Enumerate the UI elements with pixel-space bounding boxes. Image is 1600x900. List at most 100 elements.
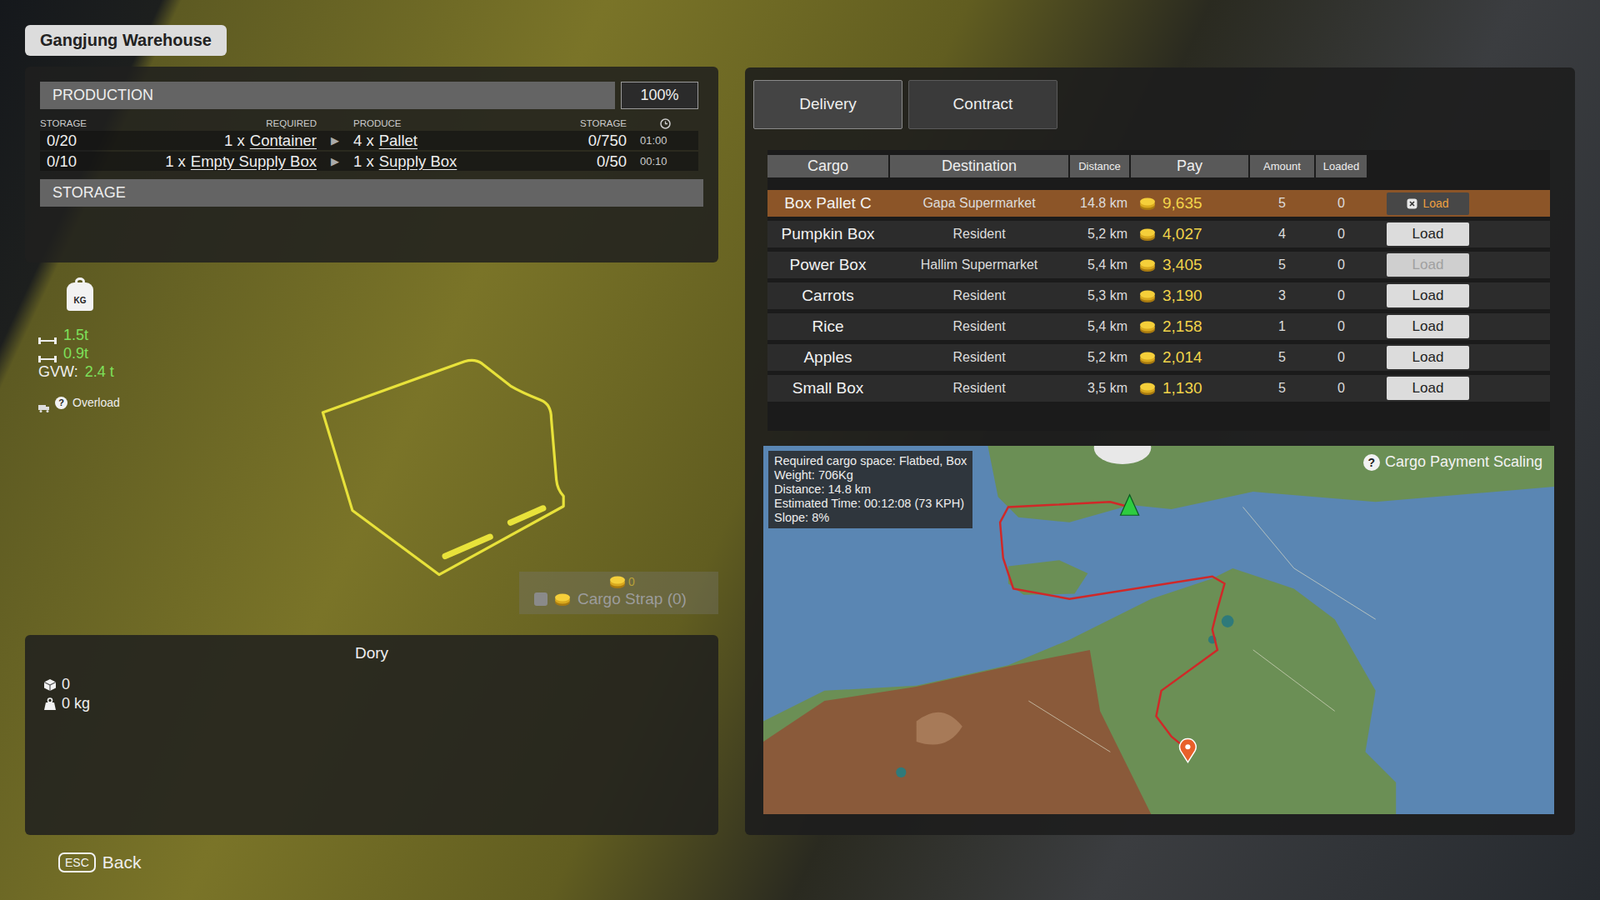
amount: 5 <box>1250 255 1315 275</box>
arrow-icon: ▶ <box>316 130 354 150</box>
time-header <box>626 117 699 130</box>
tab[interactable]: Contract <box>908 80 1058 130</box>
cargo-count: 0 <box>43 675 700 695</box>
strap-checkbox[interactable] <box>534 592 548 606</box>
table-row[interactable]: RiceResident5,4 km2,15810Load <box>767 313 1550 340</box>
distance: 5,4 km <box>1070 316 1130 337</box>
production-row: 0/101 xEmpty Supply Box▶1 xSupply Box0/5… <box>40 151 699 171</box>
load-button[interactable]: Load <box>1386 376 1470 400</box>
column-header: Destination <box>890 155 1069 178</box>
storage-in-header: STORAGE <box>40 117 99 130</box>
produce-item[interactable]: Supply Box <box>379 152 458 170</box>
esc-key-icon: ESC <box>58 852 96 873</box>
table-row[interactable]: CarrotsResident5,3 km3,19030Load <box>767 282 1550 310</box>
load-label: Load <box>1412 346 1445 369</box>
load-label: Load <box>1412 285 1445 307</box>
required-item[interactable]: Container <box>250 131 317 150</box>
production-panel: PRODUCTION100%STORAGEREQUIREDPRODUCESTOR… <box>25 66 719 263</box>
destination: Hallim Supermarket <box>890 255 1069 275</box>
amount: 4 <box>1250 224 1315 245</box>
cargo-strap-button[interactable]: 0Cargo Strap (0) <box>519 571 719 615</box>
cargo-name: Rice <box>767 315 889 340</box>
route-map[interactable]: Required cargo space: Flatbed, BoxWeight… <box>763 445 1555 815</box>
pay: 9,635 <box>1130 191 1249 216</box>
required-header: REQUIRED <box>98 117 317 130</box>
produce-item[interactable]: Pallet <box>379 131 418 150</box>
column-header: Amount <box>1250 155 1315 178</box>
cargo-name: Small Box <box>767 376 889 401</box>
production-efficiency: 100% <box>620 81 699 110</box>
pay-value: 2,158 <box>1162 315 1203 340</box>
table-row[interactable]: Small BoxResident3,5 km1,13050Load <box>767 375 1550 402</box>
coin-icon <box>1139 288 1156 304</box>
cargo-name: Apples <box>767 345 889 370</box>
loaded: 0 <box>1315 316 1367 337</box>
amount: 5 <box>1250 378 1315 399</box>
axle-weight-value: 1.5t <box>63 325 89 345</box>
cargo-count-value: 0 <box>61 675 70 695</box>
table-row[interactable]: ApplesResident5,2 km2,01450Load <box>767 344 1550 371</box>
column-header: Cargo <box>767 155 889 178</box>
amount: 5 <box>1250 193 1315 214</box>
table-row[interactable]: Pumpkin BoxResident5,2 km4,02740Load <box>767 220 1550 248</box>
load-cell: Load <box>1368 376 1550 400</box>
back-button[interactable]: ESCBack <box>58 849 719 876</box>
required: 1 xEmpty Supply Box <box>98 151 317 171</box>
vehicle-area: KG1.5t0.9tGVW:2.4 t?Overload0Cargo Strap… <box>25 262 719 635</box>
loaded: 0 <box>1315 193 1367 214</box>
pay: 2,014 <box>1130 345 1249 370</box>
left-column: Gangjung WarehousePRODUCTION100%STORAGER… <box>25 25 719 876</box>
cargo-name: Box Pallet C <box>767 191 889 216</box>
cargo-name: Power Box <box>767 253 889 278</box>
route-info-line: Weight: 706Kg <box>774 468 967 483</box>
help-icon[interactable]: ? <box>55 396 68 410</box>
help-icon: ? <box>1363 454 1380 471</box>
load-cell: Load <box>1368 192 1550 215</box>
cargo-counts: 00 kg <box>43 675 700 714</box>
gvw-label: GVW: <box>38 362 79 381</box>
axle-icon <box>38 349 57 358</box>
axle-icon <box>38 330 57 340</box>
cargo-bed-outline <box>150 262 719 580</box>
cargo-payment-scaling[interactable]: ? Cargo Payment Scaling <box>1363 450 1543 474</box>
axle-weight: 1.5t <box>38 325 150 345</box>
load-button[interactable]: Load <box>1386 345 1470 370</box>
storage-in: 0/10 <box>40 151 99 171</box>
load-label: Load <box>1412 223 1445 245</box>
load-button[interactable]: Load <box>1386 315 1470 339</box>
required-item[interactable]: Empty Supply Box <box>190 152 317 170</box>
route-info-line: Slope: 8% <box>774 510 967 525</box>
load-cell: Load <box>1368 222 1550 246</box>
tab[interactable]: Delivery <box>753 80 903 130</box>
overload-label: Overload <box>72 394 120 412</box>
amount: 5 <box>1250 347 1315 368</box>
route-info-tooltip: Required cargo space: Flatbed, BoxWeight… <box>768 450 973 529</box>
required-qty: 1 x <box>224 131 245 150</box>
loaded: 0 <box>1315 255 1367 275</box>
load-button[interactable]: Load <box>1386 192 1470 215</box>
gamepad-x-icon <box>1406 198 1418 210</box>
load-label: Load <box>1412 377 1445 400</box>
pay-value: 3,405 <box>1162 253 1203 278</box>
load-label: Load <box>1412 315 1445 338</box>
required-qty: 1 x <box>165 152 186 170</box>
column-header: Loaded <box>1315 155 1367 178</box>
load-label: Load <box>1412 254 1445 276</box>
load-button[interactable]: Load <box>1386 222 1470 246</box>
overload: ? Overload <box>38 394 150 412</box>
box-icon <box>43 678 57 692</box>
table-row[interactable]: Box Pallet CGapa Supermarket14.8 km9,635… <box>767 190 1550 217</box>
production-time: 01:00 <box>626 130 699 150</box>
weight-icon-label: KG <box>74 294 87 307</box>
coin-icon <box>554 591 571 607</box>
load-button[interactable]: Load <box>1386 284 1470 308</box>
pay: 3,405 <box>1130 253 1249 278</box>
produce: 4 xPallet <box>353 130 535 150</box>
scaling-label: Cargo Payment Scaling <box>1385 450 1543 474</box>
pay: 2,158 <box>1130 315 1249 340</box>
vehicle-panel: Dory00 kg <box>25 635 719 835</box>
destination: Resident <box>890 316 1069 337</box>
table-row[interactable]: Power BoxHallim Supermarket5,4 km3,40550… <box>767 251 1550 279</box>
production-title: PRODUCTION <box>40 81 615 110</box>
coin-icon <box>1139 257 1156 273</box>
